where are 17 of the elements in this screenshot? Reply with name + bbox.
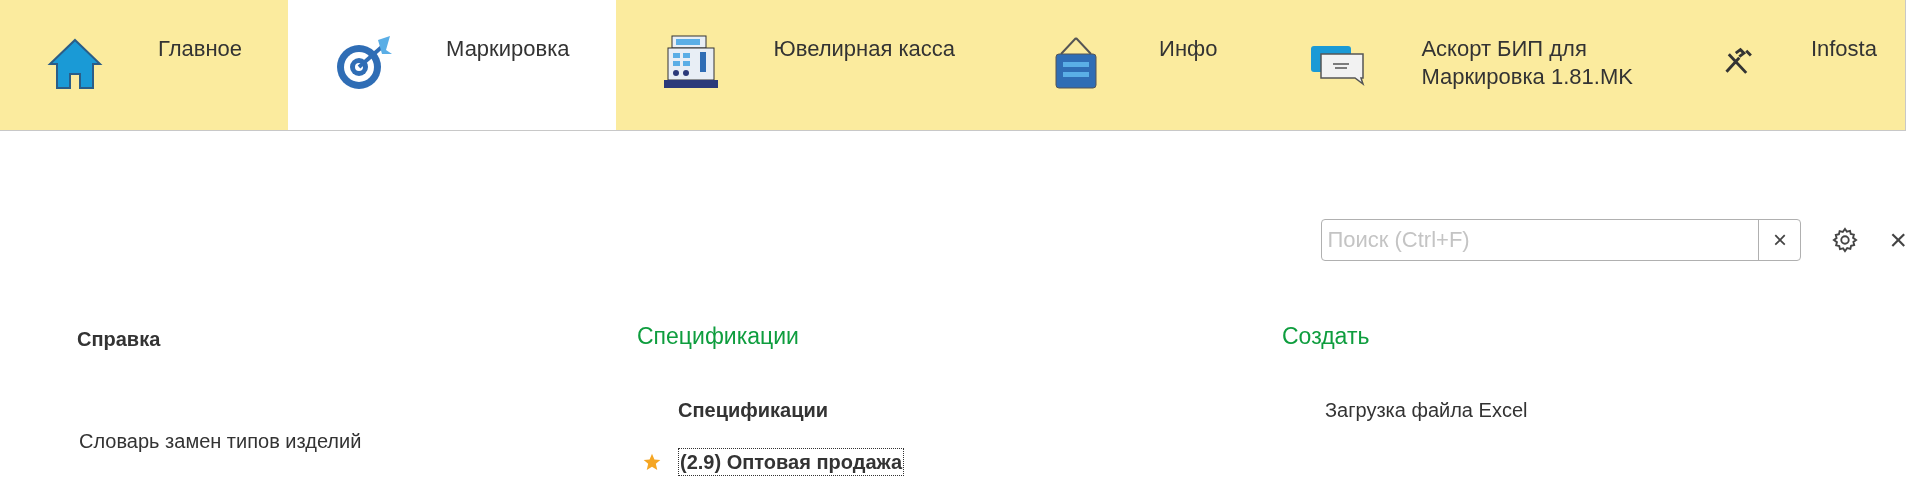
section-heading: Создать — [1282, 322, 1370, 350]
command-link[interactable]: (2.9) Оптовая продажа — [678, 448, 905, 476]
section-tab[interactable]: Infosta — [1678, 0, 1905, 130]
section-tab[interactable]: Маркировка — [288, 0, 616, 130]
section-tab[interactable]: Аскорт БИП для Маркировка 1.81.MK — [1263, 0, 1679, 130]
group-heading: Спецификации — [678, 398, 829, 423]
section-tab[interactable]: Ювелирная касса — [615, 0, 1002, 130]
settings-icon[interactable] — [1831, 226, 1860, 254]
command-link[interactable]: Словарь замен типов изделий — [77, 427, 364, 455]
section-tab[interactable]: Главное — [0, 0, 289, 130]
group-heading: Справка — [77, 327, 161, 352]
section-heading: Спецификации — [637, 322, 799, 350]
command-link[interactable]: Загрузка файла Excel — [1323, 396, 1530, 424]
search-field[interactable]: Поиск (Ctrl+F) × — [1321, 219, 1802, 261]
section-tab[interactable]: Инфо — [1001, 0, 1264, 130]
clear-button[interactable]: × — [1758, 220, 1801, 260]
close-button[interactable]: × — [1889, 223, 1907, 257]
